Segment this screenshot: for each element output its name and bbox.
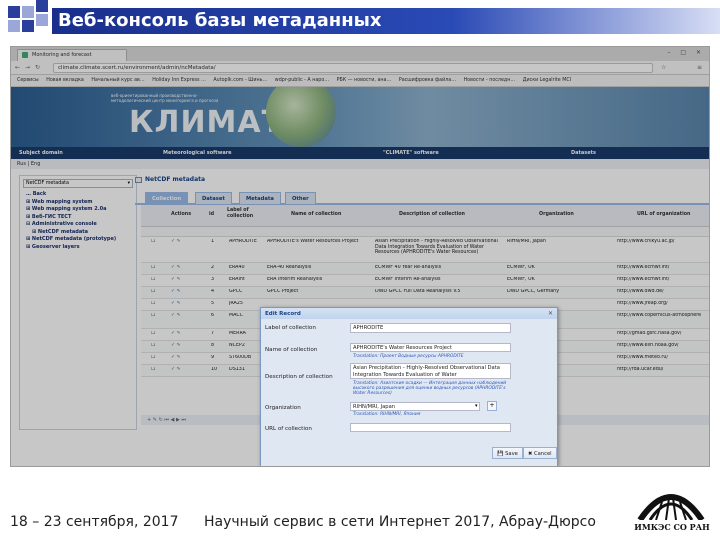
- footer-event: Научный сервис в сети Интернет 2017, Абр…: [204, 514, 596, 530]
- title-bar: Веб-консоль базы метаданных: [52, 8, 720, 34]
- edit-record-dialog: Edit Record ✕ Label of collection APHROD…: [260, 307, 558, 466]
- arch-logo-icon: [637, 494, 705, 520]
- label-field-input[interactable]: APHRODITE: [350, 323, 511, 333]
- slide-header: Веб-консоль базы метаданных: [0, 0, 720, 42]
- browser-window: Monitoring and forecast – □ ✕ ← → ↻ clim…: [10, 46, 710, 467]
- url-field-label: URL of collection: [265, 426, 312, 432]
- dialog-title: Edit Record: [265, 311, 301, 317]
- decor-square: [22, 20, 34, 32]
- cancel-label: Cancel: [534, 451, 552, 457]
- decor-square: [8, 6, 20, 18]
- save-button[interactable]: 💾 Save: [492, 447, 523, 459]
- institute-logo: ИМКЭС СО РАН: [630, 476, 714, 536]
- label-field-label: Label of collection: [265, 325, 316, 331]
- organization-select[interactable]: RIHN/MRI, Japan: [350, 402, 480, 411]
- slide-title: Веб-консоль базы метаданных: [58, 10, 382, 31]
- dialog-header: Edit Record ✕: [261, 308, 557, 319]
- name-field-input[interactable]: APHRODITE's Water Resources Project: [350, 343, 511, 352]
- decor-square: [22, 6, 34, 18]
- footer-date: 18 – 23 сентября, 2017: [10, 514, 179, 530]
- description-translation: Translation: Азиатские осадки — Интеграц…: [353, 381, 507, 396]
- decor-square: [8, 20, 20, 32]
- url-field-input[interactable]: [350, 423, 511, 432]
- description-field-label: Description of collection: [265, 374, 333, 380]
- organization-translation: Translation: RIHN/MRI, Япония: [353, 412, 421, 417]
- logo-text: ИМКЭС СО РАН: [634, 522, 710, 532]
- cancel-button[interactable]: ✖ Cancel: [523, 447, 557, 459]
- organization-field-label: Organization: [265, 405, 301, 411]
- add-organization-button[interactable]: +: [487, 401, 497, 411]
- chevron-down-icon[interactable]: ▾: [475, 403, 478, 409]
- save-label: Save: [505, 451, 518, 457]
- decor-square: [36, 0, 48, 12]
- name-field-label: Name of collection: [265, 347, 318, 353]
- description-field-input[interactable]: Asian Precipitation - Highly-Resolved Ob…: [350, 363, 511, 379]
- close-icon[interactable]: ✕: [548, 310, 553, 317]
- decor-square: [36, 14, 48, 26]
- name-translation: Translation: Проект Водные ресурсы APHRO…: [353, 354, 464, 359]
